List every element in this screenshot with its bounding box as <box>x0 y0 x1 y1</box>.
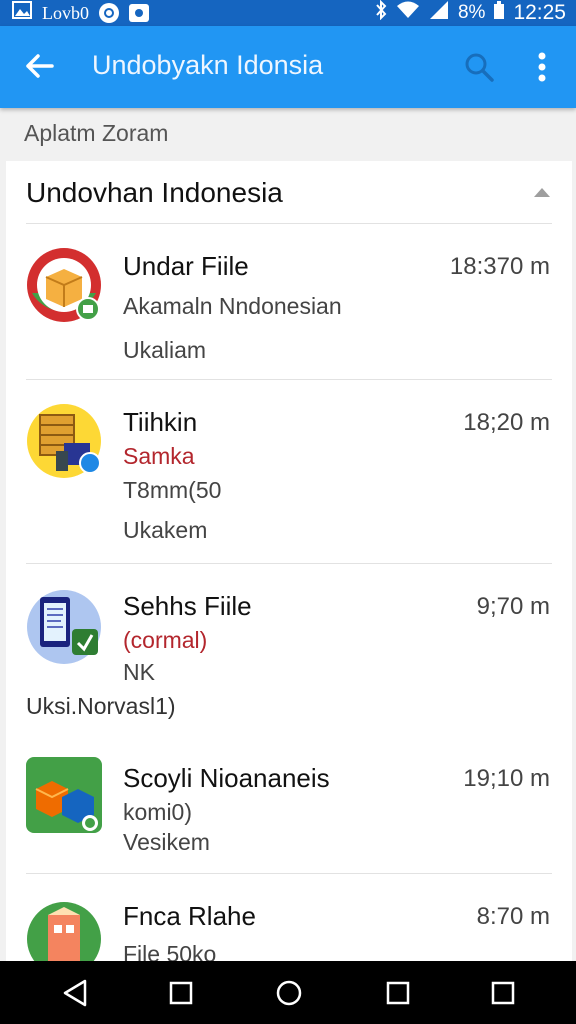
status-left-text: Lovb0 <box>42 2 89 23</box>
list-item[interactable]: Sehhs Fiile 9;70 m (cormal) NK Uksi.Norv… <box>6 563 572 733</box>
recents-square-icon[interactable] <box>383 978 413 1008</box>
gallery-icon <box>12 1 32 25</box>
battery-text: 8% <box>457 2 486 23</box>
back-triangle-icon[interactable] <box>61 978 91 1008</box>
item-subtitle: File 50ko <box>123 941 217 961</box>
item-name: Scoyli Nioananeis <box>123 763 330 793</box>
square-icon[interactable] <box>166 978 196 1008</box>
item-name: Fnca Rlahe <box>123 901 256 931</box>
list-item[interactable]: Scoyli Nioananeis 19;10 m komi0) Vesikem <box>6 739 572 873</box>
item-time: 8:70 m <box>476 903 550 930</box>
wifi-icon <box>396 0 420 26</box>
shield-icon <box>129 4 149 22</box>
item-status: Ukakem <box>123 517 208 543</box>
tablet-icon <box>26 589 102 665</box>
item-name: Sehhs Fiile <box>123 591 252 621</box>
item-time: 9;70 m <box>476 593 550 620</box>
building-icon <box>26 901 102 961</box>
caret-up-icon[interactable] <box>532 185 552 199</box>
section-subheader: Aplatm Zoram <box>24 120 169 146</box>
item-status: Uksi.Norvasl1) <box>26 693 176 719</box>
home-circle-icon[interactable] <box>274 978 304 1008</box>
item-subtitle: (cormal) <box>123 627 208 653</box>
item-status: Vesikem <box>123 829 210 855</box>
item-name: Tiihkin <box>123 407 198 437</box>
app-bar: Undobyakn Idonsia <box>0 26 576 108</box>
package-icon <box>26 247 102 323</box>
item-detail: NK <box>123 659 155 685</box>
back-arrow-icon[interactable] <box>22 48 58 84</box>
search-icon[interactable] <box>462 50 496 84</box>
app-bar-title: Undobyakn Idonsia <box>92 50 324 80</box>
whatsapp-icon <box>99 3 119 23</box>
cargo-icon <box>26 757 102 833</box>
item-subtitle: komi0) <box>123 799 193 825</box>
clock-time: 12:25 <box>513 1 566 24</box>
status-bar: Lovb0 8% 12:25 <box>0 0 576 26</box>
list-item[interactable]: Tiihkin 18;20 m Samka T8mm(50 Ukakem <box>6 379 572 563</box>
battery-icon <box>493 0 505 26</box>
more-vert-icon[interactable] <box>530 50 554 84</box>
card-header[interactable]: Undovhan Indonesia <box>6 161 572 223</box>
item-time: 18;20 m <box>463 409 550 436</box>
file-list-card: Undovhan Indonesia Undar Fiile 18:370 m … <box>6 161 572 961</box>
item-time: 19;10 m <box>463 765 550 792</box>
item-subtitle: Samka <box>123 443 195 469</box>
item-detail: T8mm(50 <box>123 477 222 503</box>
item-time: 18:370 m <box>449 253 550 280</box>
item-status: Ukaliam <box>123 337 207 363</box>
list-item[interactable]: Fnca Rlahe 8:70 m File 50ko <box>6 873 572 961</box>
boxes-icon <box>26 403 102 479</box>
bluetooth-icon <box>374 0 388 26</box>
navigation-bar <box>0 961 576 1024</box>
signal-icon <box>428 0 450 26</box>
card-title: Undovhan Indonesia <box>26 177 283 208</box>
item-name: Undar Fiile <box>123 251 249 281</box>
list-item[interactable]: Undar Fiile 18:370 m Akamaln Nndonesian … <box>6 223 572 379</box>
overview-square-icon[interactable] <box>488 978 518 1008</box>
item-subtitle: Akamaln Nndonesian <box>123 293 342 319</box>
